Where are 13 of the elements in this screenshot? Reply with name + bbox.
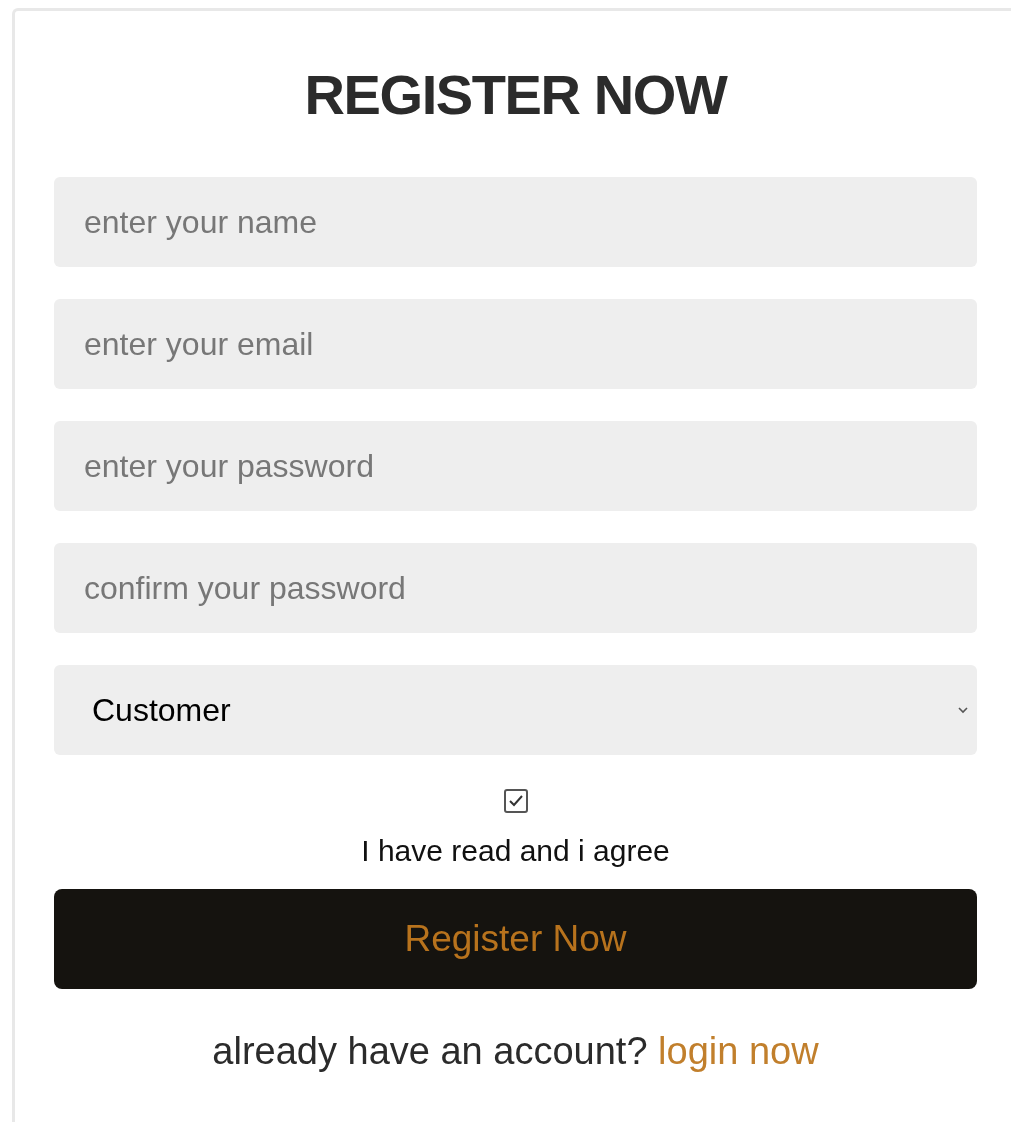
chevron-down-icon [957, 706, 969, 714]
text-field[interactable]: enter your password [54, 421, 977, 511]
login-link[interactable]: login now [658, 1030, 819, 1072]
check-icon [507, 794, 524, 808]
role-select[interactable]: Customer [54, 665, 977, 755]
agree-checkbox[interactable] [503, 789, 528, 813]
agree-label: I have read and i agree [361, 833, 670, 869]
form-title: REGISTER NOW [303, 67, 729, 123]
text-field[interactable]: enter your email [54, 299, 977, 389]
text-field[interactable]: enter your name [54, 177, 977, 267]
register-button[interactable]: Register Now [54, 889, 977, 989]
login-prompt: already have an account? login now [211, 1029, 820, 1074]
text-field[interactable]: confirm your password [54, 543, 977, 633]
